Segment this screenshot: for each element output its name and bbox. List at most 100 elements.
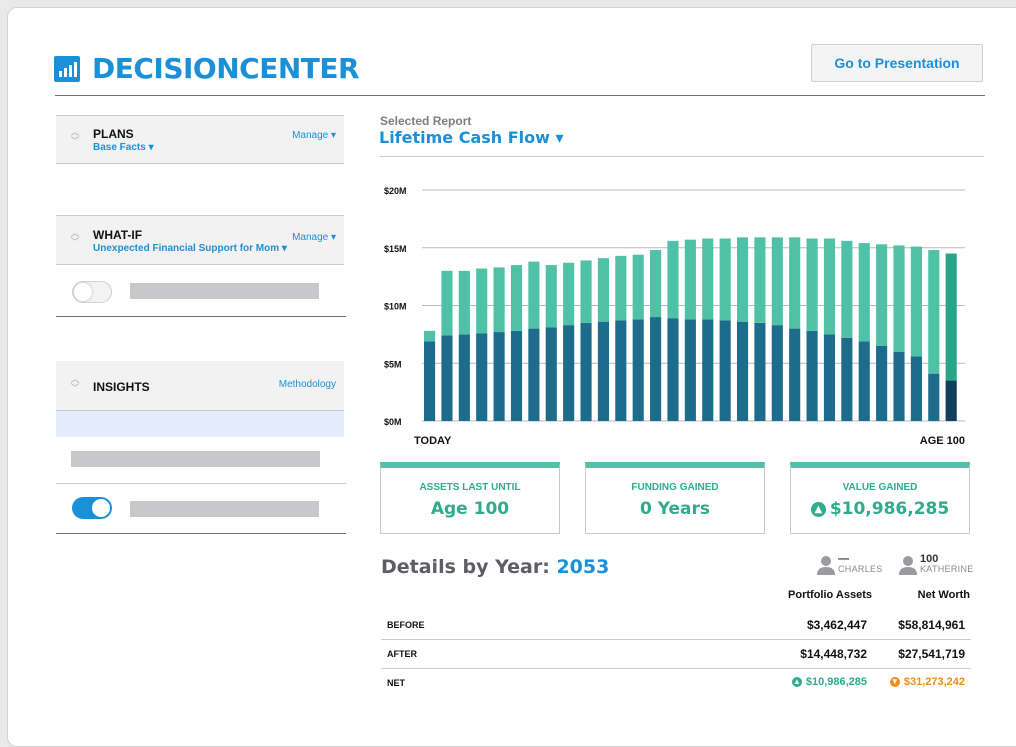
person-icon (817, 556, 835, 575)
bar-segment (893, 351, 905, 421)
bar-segment (580, 322, 592, 421)
bar-segment (945, 380, 957, 421)
x-start-label: TODAY (414, 435, 452, 447)
insights-placeholder-2 (130, 501, 319, 517)
bar-segment (597, 258, 609, 322)
table-row: BEFORE $3,462,447 $58,814,961 (381, 611, 971, 640)
bar-segment (563, 325, 575, 421)
funding-gained-card: FUNDING GAINED 0 Years (585, 462, 765, 534)
net-worth-value: $27,541,719 (898, 647, 965, 661)
brand-name: DECISIONCENTER (92, 52, 360, 85)
bar-segment (667, 240, 679, 319)
bar-chart-logo-icon (54, 55, 80, 82)
net-value: $31,273,242 (903, 676, 965, 688)
bar-segment (650, 317, 662, 421)
row-label: AFTER (387, 649, 417, 659)
expand-collapse-icon[interactable]: ︿ ﹀ (68, 375, 82, 393)
bar-segment (736, 237, 749, 322)
bar-segment (684, 319, 696, 421)
go-to-presentation-button[interactable]: Go to Presentation (811, 44, 983, 82)
bar-segment (458, 270, 470, 335)
bar-segment (667, 318, 679, 421)
bar-segment (893, 245, 905, 352)
bar-segment (702, 319, 714, 421)
card-value: ▲ $10,986,285 (791, 499, 969, 519)
bar-segment (441, 335, 453, 421)
bar-segment (632, 254, 644, 320)
assets-last-until-card: ASSETS LAST UNTIL Age 100 (380, 462, 560, 534)
bar-segment (945, 253, 957, 381)
bar-segment (632, 319, 644, 421)
down-circle-icon: ▼ (889, 677, 900, 687)
brand-logo[interactable]: DECISIONCENTER (54, 52, 360, 85)
bar-segment (789, 237, 801, 329)
expand-collapse-icon[interactable]: ︿ ﹀ (68, 229, 82, 247)
bar-segment (424, 330, 436, 342)
up-circle-icon: ▲ (810, 502, 826, 517)
bar-segment (806, 238, 818, 331)
what-if-selector[interactable]: Unexpected Financial Support for Mom ▾ (93, 243, 287, 254)
portfolio-assets-value: $3,462,447 (806, 618, 867, 632)
toggle-knob (74, 283, 92, 301)
net-value: $10,986,285 (805, 676, 867, 688)
expand-collapse-icon[interactable]: ︿ ﹀ (68, 128, 82, 146)
insights-toggle[interactable] (72, 497, 112, 519)
y-tick-label: $15M (384, 244, 407, 254)
insights-section-header[interactable]: ︿ ﹀ INSIGHTS Methodology (56, 361, 344, 411)
bar-segment (771, 237, 783, 326)
up-circle-icon: ▲ (791, 677, 802, 687)
insights-title: INSIGHTS (93, 380, 150, 394)
bar-segment (736, 321, 749, 421)
bar-segment (580, 260, 592, 323)
plans-manage-link[interactable]: Manage ▾ (292, 130, 336, 141)
y-tick-label: $5M (384, 359, 402, 369)
plans-title: PLANS (93, 127, 134, 141)
bar-segment (597, 321, 609, 421)
bar-segment (841, 240, 853, 338)
what-if-placeholder (130, 283, 319, 299)
report-divider (380, 156, 984, 157)
selected-report-label: Selected Report (380, 114, 472, 128)
bar-segment (493, 332, 505, 421)
bar-segment (928, 373, 940, 421)
what-if-divider (56, 316, 346, 317)
methodology-link[interactable]: Methodology (279, 379, 336, 390)
person-name: CHARLES (838, 564, 883, 574)
bar-segment (493, 267, 505, 333)
y-tick-label: $0M (384, 417, 402, 427)
what-if-section-header[interactable]: ︿ ﹀ WHAT-IF Unexpected Financial Support … (56, 215, 344, 265)
bar-segment (424, 341, 436, 421)
bar-segment (615, 255, 627, 321)
row-label: NET (387, 678, 405, 688)
bar-segment (823, 334, 836, 421)
y-tick-label: $20M (384, 186, 407, 196)
x-end-label: AGE 100 (920, 435, 965, 447)
bar-segment (510, 265, 523, 331)
details-label: Details by Year: (381, 556, 550, 578)
bar-segment (754, 237, 766, 323)
insights-highlight-row[interactable] (56, 411, 344, 437)
person-icon (899, 556, 917, 575)
header-divider (55, 95, 985, 96)
report-selector[interactable]: Lifetime Cash Flow ▾ (379, 128, 564, 147)
card-value: 0 Years (639, 499, 710, 519)
plans-selector[interactable]: Base Facts ▾ (93, 142, 154, 153)
bar-segment (789, 328, 801, 421)
card-label: ASSETS LAST UNTIL (419, 482, 521, 493)
details-year[interactable]: 2053 (556, 556, 609, 578)
bar-segment (858, 243, 870, 342)
what-if-toggle[interactable] (72, 281, 112, 303)
portfolio-assets-header: Portfolio Assets (788, 589, 872, 601)
bar-segment (841, 337, 853, 421)
bar-segment (876, 244, 888, 346)
bar-segment (684, 239, 696, 320)
card-label: VALUE GAINED (842, 482, 918, 493)
bar-segment (806, 330, 818, 421)
bar-segment (771, 325, 783, 421)
bar-segment (719, 238, 731, 321)
details-title: Details by Year: 2053 (381, 556, 609, 578)
what-if-manage-link[interactable]: Manage ▾ (292, 232, 336, 243)
plans-section-header[interactable]: ︿ ﹀ PLANS Base Facts ▾ Manage ▾ (56, 115, 344, 164)
bar-segment (754, 322, 766, 421)
y-tick-label: $10M (384, 302, 407, 312)
